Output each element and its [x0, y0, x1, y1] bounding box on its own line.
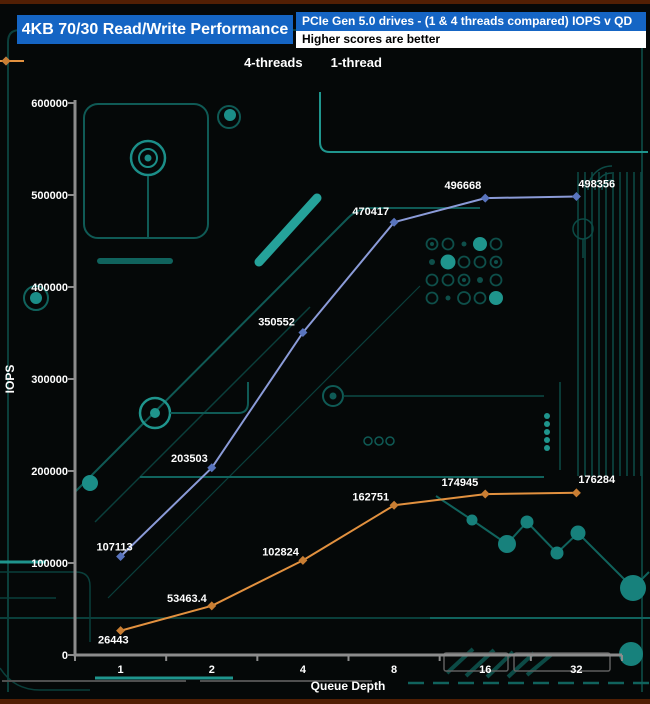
series-marker-4-threads: [571, 192, 581, 202]
x-tick-label: 1: [118, 664, 124, 676]
data-label-1-thread: 174945: [442, 477, 479, 489]
x-tick-label: 32: [570, 664, 582, 676]
series-marker-1-thread: [480, 489, 490, 499]
data-label-1-thread: 102824: [262, 546, 300, 558]
x-tick-label: 16: [479, 664, 491, 676]
performance-chart: 4KB 70/30 Read/Write Performance PCIe Ge…: [0, 0, 650, 704]
data-label-4-threads: 498356: [578, 179, 615, 191]
x-axis-title: Queue Depth: [311, 679, 386, 693]
data-label-4-threads: 350552: [258, 316, 295, 328]
x-tick-label: 2: [209, 664, 215, 676]
x-tick-label: 4: [300, 664, 307, 676]
series-line-4-threads: [119, 195, 577, 558]
y-tick-label: 600000: [31, 98, 68, 110]
y-axis-title: IOPS: [3, 365, 17, 394]
series-marker-1-thread: [298, 555, 308, 565]
series-line-1-thread: [120, 491, 577, 632]
series-marker-4-threads: [480, 193, 490, 203]
y-tick-label: 0: [62, 650, 68, 662]
series-marker-1-thread: [207, 601, 217, 611]
data-label-4-threads: 470417: [352, 206, 389, 218]
y-tick-label: 100000: [31, 558, 68, 570]
series-marker-1-thread: [389, 500, 399, 510]
chart-plot: 0 100000 200000 300000 400000 500000 600000 1 2 4…: [3, 98, 623, 693]
data-label-4-threads: 107113: [96, 541, 132, 553]
x-tick-label: 8: [391, 664, 397, 676]
series-marker-1-thread: [571, 488, 581, 498]
data-label-1-thread: 176284: [578, 474, 616, 486]
data-label-4-threads: 496668: [445, 180, 482, 192]
data-label-4-threads: 203503: [171, 453, 208, 465]
data-label-1-thread: 162751: [352, 491, 389, 503]
y-tick-label: 500000: [31, 190, 68, 202]
data-label-1-thread: 26443: [98, 635, 129, 647]
y-tick-label: 400000: [31, 282, 68, 294]
y-tick-label: 200000: [31, 466, 68, 478]
y-tick-label: 300000: [31, 374, 68, 386]
data-label-1-thread: 53463.4: [167, 593, 208, 605]
